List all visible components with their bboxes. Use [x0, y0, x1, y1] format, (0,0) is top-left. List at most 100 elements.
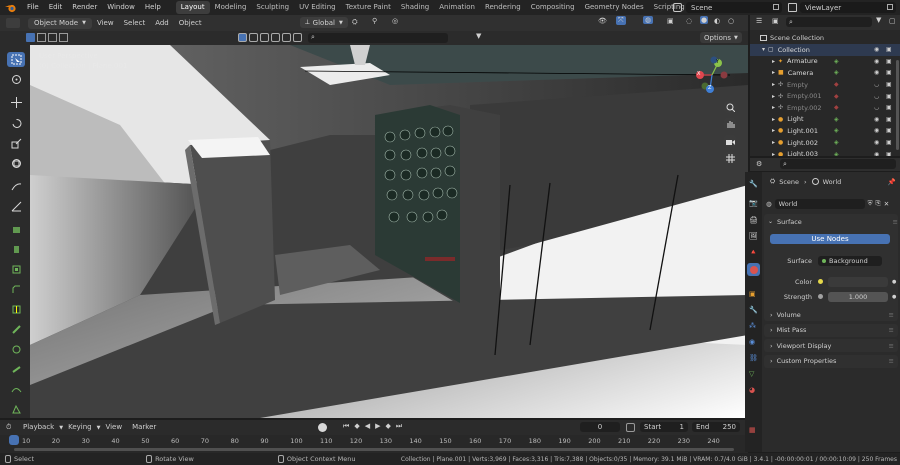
- filter-icon[interactable]: [260, 33, 269, 42]
- menu-view[interactable]: View: [100, 420, 127, 435]
- viewport-search-input[interactable]: ⌕: [308, 33, 448, 43]
- menu-add[interactable]: Add: [150, 16, 174, 31]
- disclosure-triangle-icon[interactable]: ▸: [772, 151, 775, 156]
- render-camera-icon[interactable]: ▣: [886, 127, 892, 134]
- fake-user-icon[interactable]: ⛨: [868, 199, 873, 208]
- tab-modeling[interactable]: Modeling: [210, 1, 252, 14]
- outliner-row[interactable]: ▸ ● Light.002 ◈ ◉ ▣: [750, 137, 900, 149]
- mode-selector[interactable]: Object Mode ▼: [28, 17, 92, 29]
- shading-wireframe-icon[interactable]: ◌: [686, 17, 692, 25]
- data-icon[interactable]: ◈: [834, 127, 839, 134]
- outliner-row[interactable]: ▸ ✣ Empty.001 ◆ ◡ ▣: [750, 90, 900, 102]
- constraints-tab-icon[interactable]: ⛓: [749, 354, 758, 362]
- eye-icon[interactable]: ◉: [874, 151, 879, 156]
- unlink-icon[interactable]: ✕: [884, 200, 889, 208]
- drag-handle-icon[interactable]: ≡: [889, 357, 894, 365]
- eye-icon[interactable]: ◉: [874, 139, 879, 146]
- filter-icon[interactable]: [238, 33, 247, 42]
- menu-edit[interactable]: Edit: [44, 0, 68, 15]
- drag-handle-icon[interactable]: ≡: [893, 218, 898, 226]
- disclosure-triangle-icon[interactable]: ▸: [772, 116, 775, 123]
- start-frame-field[interactable]: Start 1: [640, 422, 688, 432]
- render-camera-icon[interactable]: ▣: [886, 46, 892, 53]
- navigation-gizmo[interactable]: X Y Z: [690, 53, 734, 97]
- disclosure-triangle-icon[interactable]: ▾: [762, 46, 765, 53]
- render-camera-icon[interactable]: ▣: [886, 93, 892, 100]
- disclosure-triangle-icon[interactable]: ▸: [772, 69, 775, 76]
- data-icon[interactable]: ◆: [834, 104, 839, 111]
- knife-tool[interactable]: [7, 322, 25, 337]
- eye-icon[interactable]: ◉: [874, 127, 879, 134]
- timeline-scrollbar[interactable]: [14, 448, 734, 451]
- collapsed-panel-header[interactable]: › Mist Pass ≡: [764, 323, 898, 337]
- outliner-row[interactable]: ▸ ✣ Empty.002 ◆ ◡ ▣: [750, 102, 900, 114]
- properties-search-input[interactable]: ⌕: [780, 159, 896, 169]
- view-layer-icon[interactable]: [788, 3, 797, 12]
- disclosure-triangle-icon[interactable]: ▸: [772, 58, 775, 65]
- scene-icon[interactable]: [673, 3, 682, 12]
- editor-type-icon[interactable]: [6, 18, 20, 28]
- tab-animation[interactable]: Animation: [434, 1, 480, 14]
- drag-handle-icon[interactable]: ≡: [889, 311, 894, 319]
- eye-icon[interactable]: ◉: [874, 69, 879, 76]
- drag-handle-icon[interactable]: ≡: [889, 326, 894, 334]
- outliner-row[interactable]: ▸ ● Light.003 ◈ ◉ ▣: [750, 148, 900, 156]
- proportional-edit-icon[interactable]: ◎: [392, 17, 398, 25]
- 3d-viewport[interactable]: User Perspective (0) Collection | Plane.…: [30, 45, 748, 418]
- menu-window[interactable]: Window: [102, 0, 140, 15]
- strength-socket-icon[interactable]: [818, 294, 823, 299]
- tab-layout[interactable]: Layout: [175, 1, 210, 14]
- render-camera-icon[interactable]: ▣: [886, 139, 892, 146]
- outliner-row[interactable]: ▾ ▢ Collection ◉ ▣: [750, 44, 900, 56]
- filter-icon[interactable]: [249, 33, 258, 42]
- next-key-icon[interactable]: ◆: [385, 422, 390, 431]
- outliner-row[interactable]: ▸ ✦ Armature ◈ ◉ ▣: [750, 56, 900, 68]
- menu-object[interactable]: Object: [174, 16, 207, 31]
- shading-rendered-icon[interactable]: ○: [728, 17, 734, 25]
- data-icon[interactable]: ◆: [834, 81, 839, 88]
- menu-playback[interactable]: Playback: [18, 420, 59, 435]
- outliner-row[interactable]: ▸ ■ Camera ◈ ◉ ▣: [750, 67, 900, 79]
- tool-tab-icon[interactable]: 🔧: [749, 180, 758, 188]
- outliner-row[interactable]: ▸ ● Light ◈ ◉ ▣: [750, 114, 900, 126]
- filter-funnel-icon[interactable]: ▼: [876, 16, 881, 24]
- scale-tool[interactable]: [7, 136, 25, 151]
- play-reverse-icon[interactable]: ◀: [365, 422, 370, 431]
- data-icon[interactable]: ◈: [834, 69, 839, 76]
- hidden-eye-icon[interactable]: ◡: [874, 104, 879, 111]
- disclosure-triangle-icon[interactable]: ▸: [772, 93, 775, 100]
- pan-hand-icon[interactable]: [723, 117, 737, 131]
- rotate-tool[interactable]: [7, 116, 25, 131]
- data-icon[interactable]: ◈: [834, 116, 839, 123]
- editor-type-icon[interactable]: ☰: [756, 17, 762, 25]
- filter-icon[interactable]: [271, 33, 280, 42]
- outliner-row[interactable]: ▸ ● Light.001 ◈ ◉ ▣: [750, 125, 900, 137]
- display-mode-icon[interactable]: ▣: [772, 17, 779, 25]
- snap-icon[interactable]: ⚲: [372, 17, 377, 25]
- hidden-eye-icon[interactable]: ◡: [874, 81, 879, 88]
- disclosure-triangle-icon[interactable]: ▸: [772, 104, 775, 111]
- tab-uv-editing[interactable]: UV Editing: [294, 1, 341, 14]
- data-icon[interactable]: ◈: [834, 151, 839, 156]
- menu-view[interactable]: View: [92, 16, 119, 31]
- jump-end-icon[interactable]: ⏭: [396, 422, 402, 431]
- smooth-tool[interactable]: [7, 382, 25, 397]
- preview-range-icon[interactable]: [626, 423, 635, 432]
- inset-tool[interactable]: [7, 262, 25, 277]
- editor-type-icon[interactable]: ⚙: [756, 160, 762, 168]
- gizmo-toggle-icon[interactable]: ⤧: [616, 16, 626, 25]
- filter-icon[interactable]: [293, 33, 302, 42]
- record-icon[interactable]: [318, 423, 327, 432]
- spin-tool[interactable]: [7, 362, 25, 377]
- visibility-icon[interactable]: 👁: [598, 17, 607, 25]
- loop-cut-tool[interactable]: [7, 302, 25, 317]
- disclosure-triangle-icon[interactable]: ▸: [772, 127, 775, 134]
- tab-texture-paint[interactable]: Texture Paint: [341, 1, 396, 14]
- tab-shading[interactable]: Shading: [396, 1, 434, 14]
- menu-render[interactable]: Render: [67, 0, 102, 15]
- keyframe-dot-icon[interactable]: ●: [892, 294, 896, 300]
- select-mode-invert-icon[interactable]: [59, 33, 68, 42]
- render-camera-icon[interactable]: ▣: [886, 116, 892, 123]
- eye-icon[interactable]: ◉: [874, 116, 879, 123]
- material-tab-icon[interactable]: ◕: [749, 386, 755, 394]
